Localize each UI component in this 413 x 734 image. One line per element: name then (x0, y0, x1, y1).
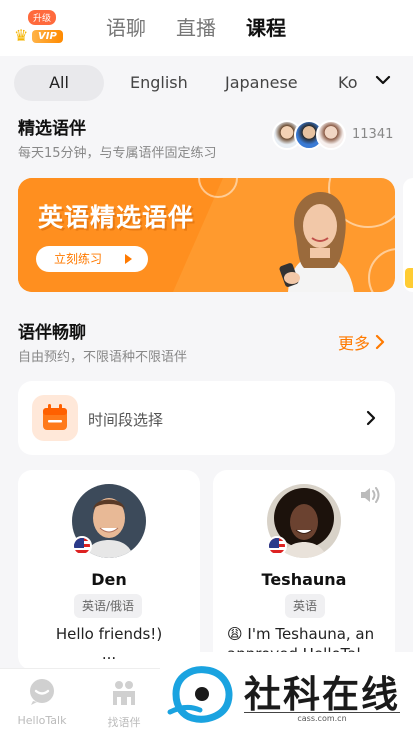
partner-languages: 英语 (285, 594, 326, 618)
banner-title: 英语精选语伴 (38, 203, 195, 232)
chevron-right-icon (375, 334, 385, 350)
next-banner-peek[interactable] (403, 178, 413, 292)
tab-voice-chat[interactable]: 语聊 (106, 12, 146, 41)
time-slot-selector[interactable]: 时间段选择 (18, 381, 395, 455)
nav-label: HelloTalk (17, 714, 67, 727)
woman-portrait-image (279, 192, 354, 292)
language-chip-all[interactable]: All (14, 65, 104, 101)
tab-live[interactable]: 直播 (176, 12, 216, 41)
nav-item-find-partner[interactable]: 找语伴 (94, 677, 154, 730)
partner-languages: 英语/俄语 (74, 594, 143, 618)
main-tabs: 语聊 直播 课程 (106, 12, 286, 41)
people-icon (113, 681, 135, 705)
chevron-down-icon[interactable] (375, 72, 391, 88)
practice-now-label: 立刻练习 (54, 252, 103, 266)
language-filter: All English Japanese Ko (0, 62, 413, 104)
partner-card[interactable]: Den 英语/俄语 Hello friends!) ... (18, 470, 200, 670)
language-chip-english[interactable]: English (130, 65, 188, 101)
watermark-url: cass.com.cn (244, 712, 400, 723)
featured-avatars[interactable] (272, 120, 352, 152)
tab-courses[interactable]: 课程 (246, 12, 286, 41)
avatar (316, 120, 346, 150)
watermark-logo-icon (167, 666, 233, 723)
nav-item-hellotalk[interactable]: HelloTalk (12, 677, 72, 727)
chat-bubble-icon (30, 679, 54, 705)
language-chip-japanese[interactable]: Japanese (225, 65, 298, 101)
partner-card[interactable]: Teshauna 英语 😩 I'm Teshauna, an approved … (213, 470, 395, 670)
partner-name: Teshauna (261, 570, 347, 589)
chat-section-subtitle: 自由预约，不限语种不限语伴 (18, 350, 188, 365)
top-header: 升级 ♛ VIP 语聊 直播 课程 (0, 0, 413, 56)
vip-upgrade-badge[interactable]: 升级 ♛ VIP (14, 10, 64, 46)
watermark: 社科在线 cass.com.cn (160, 652, 413, 734)
calendar-icon (32, 395, 78, 441)
play-icon (125, 254, 132, 264)
us-flag-icon (267, 536, 287, 556)
vip-label: VIP (32, 30, 63, 43)
partner-count: 11341 (352, 127, 394, 142)
speaker-icon[interactable] (359, 486, 381, 504)
featured-title: 精选语伴 (18, 119, 86, 139)
upgrade-label: 升级 (28, 10, 57, 25)
featured-subtitle: 每天15分钟，与专属语伴固定练习 (18, 146, 217, 161)
chat-section-title: 语伴畅聊 (18, 323, 86, 343)
more-link[interactable]: 更多 (338, 330, 386, 354)
promo-banner[interactable]: 英语精选语伴 立刻练习 (18, 178, 395, 292)
more-label: 更多 (338, 334, 371, 353)
us-flag-icon (72, 536, 92, 556)
language-chip-korean[interactable]: Ko (338, 65, 357, 101)
watermark-text: 社科在线 (244, 672, 400, 716)
nav-label: 找语伴 (107, 716, 141, 729)
practice-now-button[interactable]: 立刻练习 (36, 246, 148, 272)
time-slot-label: 时间段选择 (88, 411, 164, 429)
crown-icon: ♛ (14, 26, 29, 45)
chevron-right-icon (366, 410, 376, 426)
partner-name: Den (91, 570, 127, 589)
